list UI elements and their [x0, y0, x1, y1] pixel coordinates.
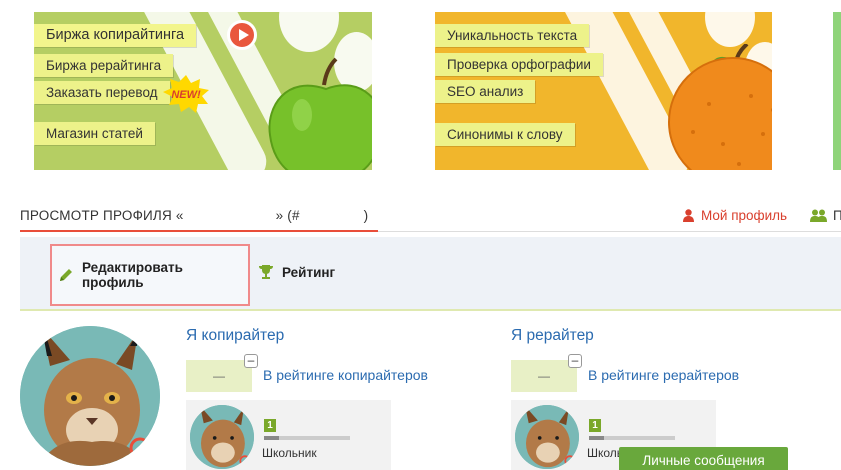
people-link[interactable]: П [810, 208, 841, 223]
my-profile-label: Мой профиль [701, 208, 788, 223]
play-icon[interactable] [227, 20, 257, 50]
profile-header: ПРОСМОТР ПРОФИЛЯ « » (#) [20, 208, 368, 228]
people-label: П [833, 208, 841, 223]
caracal-photo [515, 405, 579, 469]
level-progress-bar [589, 436, 675, 440]
third-banner-edge[interactable] [833, 12, 841, 170]
caracal-photo [20, 326, 160, 466]
level-badge: 1 [589, 419, 601, 432]
banner-decoration [705, 12, 755, 47]
rewriter-rating-link[interactable]: В рейтинге рерайтеров [588, 367, 739, 383]
banner-link-copywriting-exchange[interactable]: Биржа копирайтинга [34, 24, 197, 47]
banner-link-article-shop[interactable]: Магазин статей [34, 122, 155, 145]
level-progress-fill [589, 436, 605, 440]
banner-link-synonyms[interactable]: Синонимы к слову [435, 123, 575, 146]
orange-illustration [663, 42, 772, 170]
profile-header-end: ) [363, 208, 369, 223]
trophy-icon [259, 265, 273, 279]
copywriter-rating-link[interactable]: В рейтинге копирайтеров [263, 367, 428, 383]
users-icon [810, 209, 827, 222]
banner-link-rewriting-exchange[interactable]: Биржа рерайтинга [34, 54, 174, 77]
banner-link-seo-analysis[interactable]: SEO анализ [435, 80, 536, 103]
rewriter-title[interactable]: Я рерайтер [511, 327, 594, 345]
banner-link-text-uniqueness[interactable]: Уникальность текста [435, 24, 590, 47]
level-progress-bar [264, 436, 350, 440]
new-badge-label: NEW! [171, 89, 201, 101]
edit-profile-button[interactable]: Редактировать профиль [50, 244, 250, 306]
user-icon [683, 209, 694, 222]
avatar[interactable] [20, 326, 160, 466]
copywriting-banner[interactable]: Биржа копирайтинга Биржа рерайтинга Зака… [34, 12, 372, 170]
collapse-icon[interactable]: – [244, 354, 258, 368]
rating-label: Рейтинг [282, 264, 336, 280]
profile-header-prefix: ПРОСМОТР ПРОФИЛЯ « [20, 208, 184, 223]
banner-decoration [279, 12, 339, 52]
pencil-icon [59, 269, 72, 281]
caracal-photo [190, 405, 254, 469]
copywriter-title[interactable]: Я копирайтер [186, 327, 284, 345]
level-badge: 1 [264, 419, 276, 432]
my-profile-link[interactable]: Мой профиль [683, 208, 787, 223]
edit-profile-label: Редактировать профиль [81, 260, 183, 290]
banner-link-spell-check[interactable]: Проверка орфографии [435, 53, 603, 76]
rating-button[interactable]: Рейтинг [258, 264, 335, 280]
copywriter-card[interactable]: 1 Школьник [186, 400, 391, 470]
private-messages-button[interactable]: Личные сообщения [619, 447, 788, 470]
level-name: Школьник [262, 446, 317, 460]
apple-illustration [266, 57, 372, 170]
new-badge: NEW! [163, 75, 209, 113]
collapse-icon[interactable]: – [568, 354, 582, 368]
profile-header-suffix: » (# [275, 208, 300, 223]
level-progress-fill [264, 436, 280, 440]
mini-avatar[interactable] [190, 405, 254, 469]
profile-toolbar: Редактировать профиль Рейтинг [20, 237, 841, 311]
mini-avatar[interactable] [515, 405, 579, 469]
tools-banner[interactable]: Уникальность текста Проверка орфографии … [435, 12, 772, 170]
page: Биржа копирайтинга Биржа рерайтинга Зака… [0, 0, 841, 470]
copywriter-rank-box: — [186, 360, 252, 392]
banner-link-order-translation[interactable]: Заказать перевод [34, 81, 170, 104]
active-tab-underline [20, 230, 378, 232]
